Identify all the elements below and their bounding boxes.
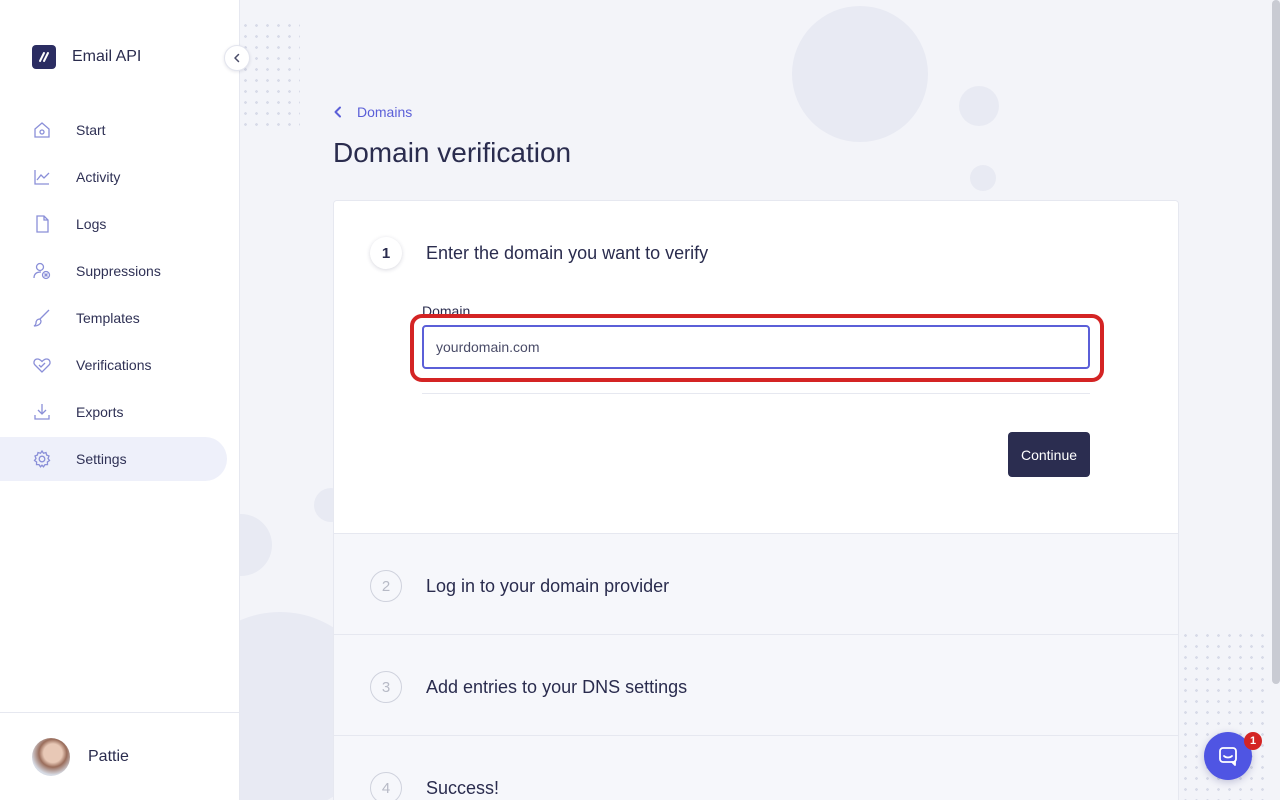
document-icon xyxy=(32,214,52,234)
decor-dots-top xyxy=(240,20,300,130)
step-2[interactable]: 2 Log in to your domain provider xyxy=(334,533,1178,634)
brand[interactable]: Email API xyxy=(32,45,141,69)
chat-notification-badge: 1 xyxy=(1244,732,1262,750)
breadcrumb-domains[interactable]: Domains xyxy=(333,104,412,120)
step-number: 4 xyxy=(370,772,402,800)
sidebar-item-templates[interactable]: Templates xyxy=(0,296,227,340)
sidebar-item-label: Settings xyxy=(76,451,127,467)
decor-circle-large xyxy=(792,6,928,142)
sidebar-item-label: Start xyxy=(76,122,106,138)
gear-icon xyxy=(32,449,52,469)
verification-steps-card: 1 Enter the domain you want to verify Do… xyxy=(333,200,1179,800)
brush-icon xyxy=(32,308,52,328)
sidebar-item-label: Verifications xyxy=(76,357,152,373)
sidebar-item-activity[interactable]: Activity xyxy=(0,155,227,199)
chevron-left-icon xyxy=(334,106,341,118)
user-name: Pattie xyxy=(88,747,129,765)
sidebar-item-label: Activity xyxy=(76,169,121,185)
sidebar-item-label: Logs xyxy=(76,216,107,232)
domain-input[interactable] xyxy=(422,325,1090,369)
page-title: Domain verification xyxy=(333,137,572,168)
step-4[interactable]: 4 Success! xyxy=(334,735,1178,800)
page-scrollbar[interactable] xyxy=(1272,0,1280,684)
sidebar: Email API Start Activity Logs Suppressio… xyxy=(0,0,240,800)
sidebar-collapse-button[interactable] xyxy=(224,45,250,71)
chevron-left-icon xyxy=(234,53,240,63)
heart-check-icon xyxy=(32,355,52,375)
avatar xyxy=(32,737,70,776)
breadcrumb-label: Domains xyxy=(357,104,413,120)
sidebar-item-label: Suppressions xyxy=(76,263,161,279)
divider xyxy=(422,393,1090,394)
continue-button[interactable]: Continue xyxy=(1008,432,1090,477)
step-3[interactable]: 3 Add entries to your DNS settings xyxy=(334,634,1178,735)
sidebar-item-exports[interactable]: Exports xyxy=(0,390,227,434)
chat-icon xyxy=(1219,747,1237,766)
user-profile[interactable]: Pattie xyxy=(0,712,240,800)
step-title: Enter the domain you want to verify xyxy=(426,243,709,263)
step-number: 3 xyxy=(370,671,402,703)
home-icon xyxy=(32,120,52,140)
sidebar-item-logs[interactable]: Logs xyxy=(0,202,227,246)
sidebar-item-suppressions[interactable]: Suppressions xyxy=(0,249,227,293)
sidebar-item-label: Templates xyxy=(76,310,140,326)
step-1: 1 Enter the domain you want to verify Do… xyxy=(334,201,1178,533)
step-title: Add entries to your DNS settings xyxy=(426,677,688,697)
decor-circle-tiny xyxy=(970,165,996,191)
sidebar-item-label: Exports xyxy=(76,404,124,420)
step-number: 1 xyxy=(370,237,402,269)
step-number: 2 xyxy=(370,570,402,602)
step-title: Success! xyxy=(426,778,500,798)
brand-logo-icon xyxy=(32,45,56,69)
sidebar-nav: Start Activity Logs Suppressions Templat… xyxy=(0,108,240,484)
download-icon xyxy=(32,402,52,422)
sidebar-item-start[interactable]: Start xyxy=(0,108,227,152)
chart-line-icon xyxy=(32,167,52,187)
sidebar-item-settings[interactable]: Settings xyxy=(0,437,227,481)
user-block-icon xyxy=(32,261,52,281)
step-title: Log in to your domain provider xyxy=(426,576,670,596)
sidebar-item-verifications[interactable]: Verifications xyxy=(0,343,227,387)
brand-name: Email API xyxy=(72,48,142,65)
decor-circle-small xyxy=(959,86,999,126)
